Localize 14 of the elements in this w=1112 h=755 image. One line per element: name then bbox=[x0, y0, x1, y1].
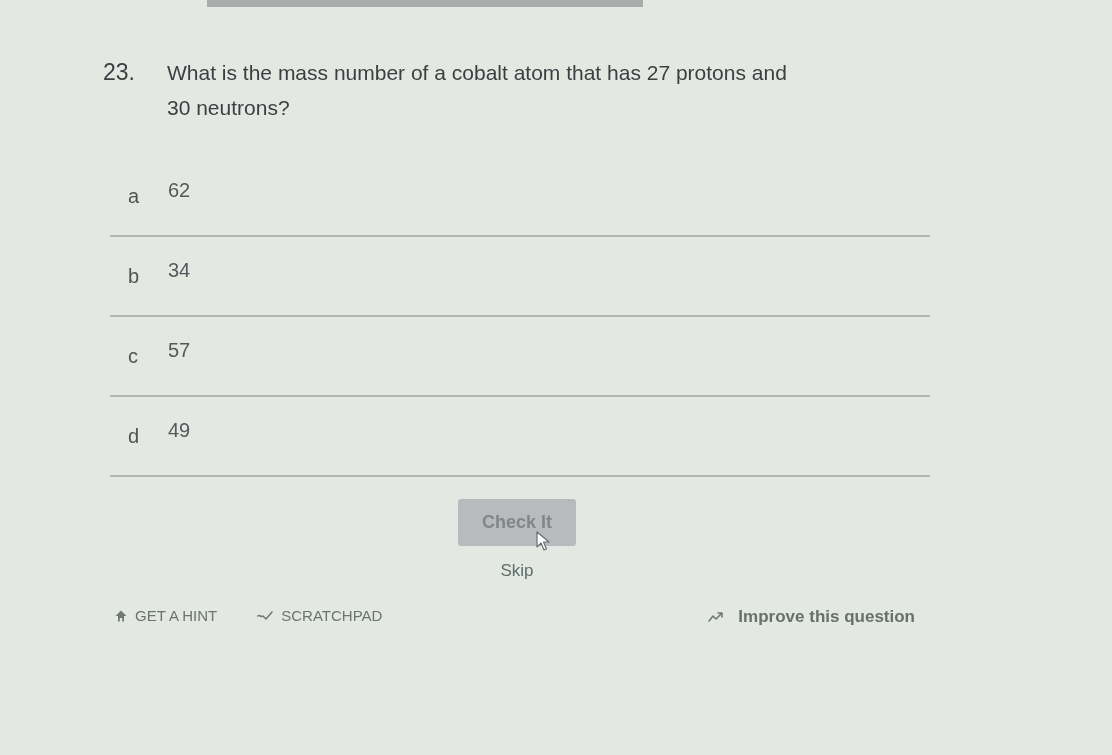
hint-link[interactable]: GET A HINT bbox=[115, 605, 218, 628]
skip-link[interactable]: Skip bbox=[500, 558, 534, 584]
scratchpad-link[interactable]: SCRATCHPAD bbox=[257, 605, 383, 628]
question-text: What is the mass number of a cobalt atom that has 27 protons and 30 neutrons? bbox=[167, 60, 788, 121]
answer-option[interactable]: b 34 bbox=[110, 237, 930, 317]
question-number: 23. bbox=[103, 58, 136, 87]
answer-option[interactable]: c 57 bbox=[110, 317, 930, 397]
improve-question-link[interactable]: Improve this question bbox=[708, 603, 915, 629]
squiggle-check-icon bbox=[257, 611, 274, 622]
answer-option[interactable]: d 49 bbox=[110, 397, 930, 477]
trending-line-icon bbox=[708, 610, 725, 622]
house-icon bbox=[115, 610, 127, 623]
mouse-cursor-icon bbox=[536, 531, 551, 551]
answer-option[interactable]: a 62 bbox=[110, 157, 930, 237]
